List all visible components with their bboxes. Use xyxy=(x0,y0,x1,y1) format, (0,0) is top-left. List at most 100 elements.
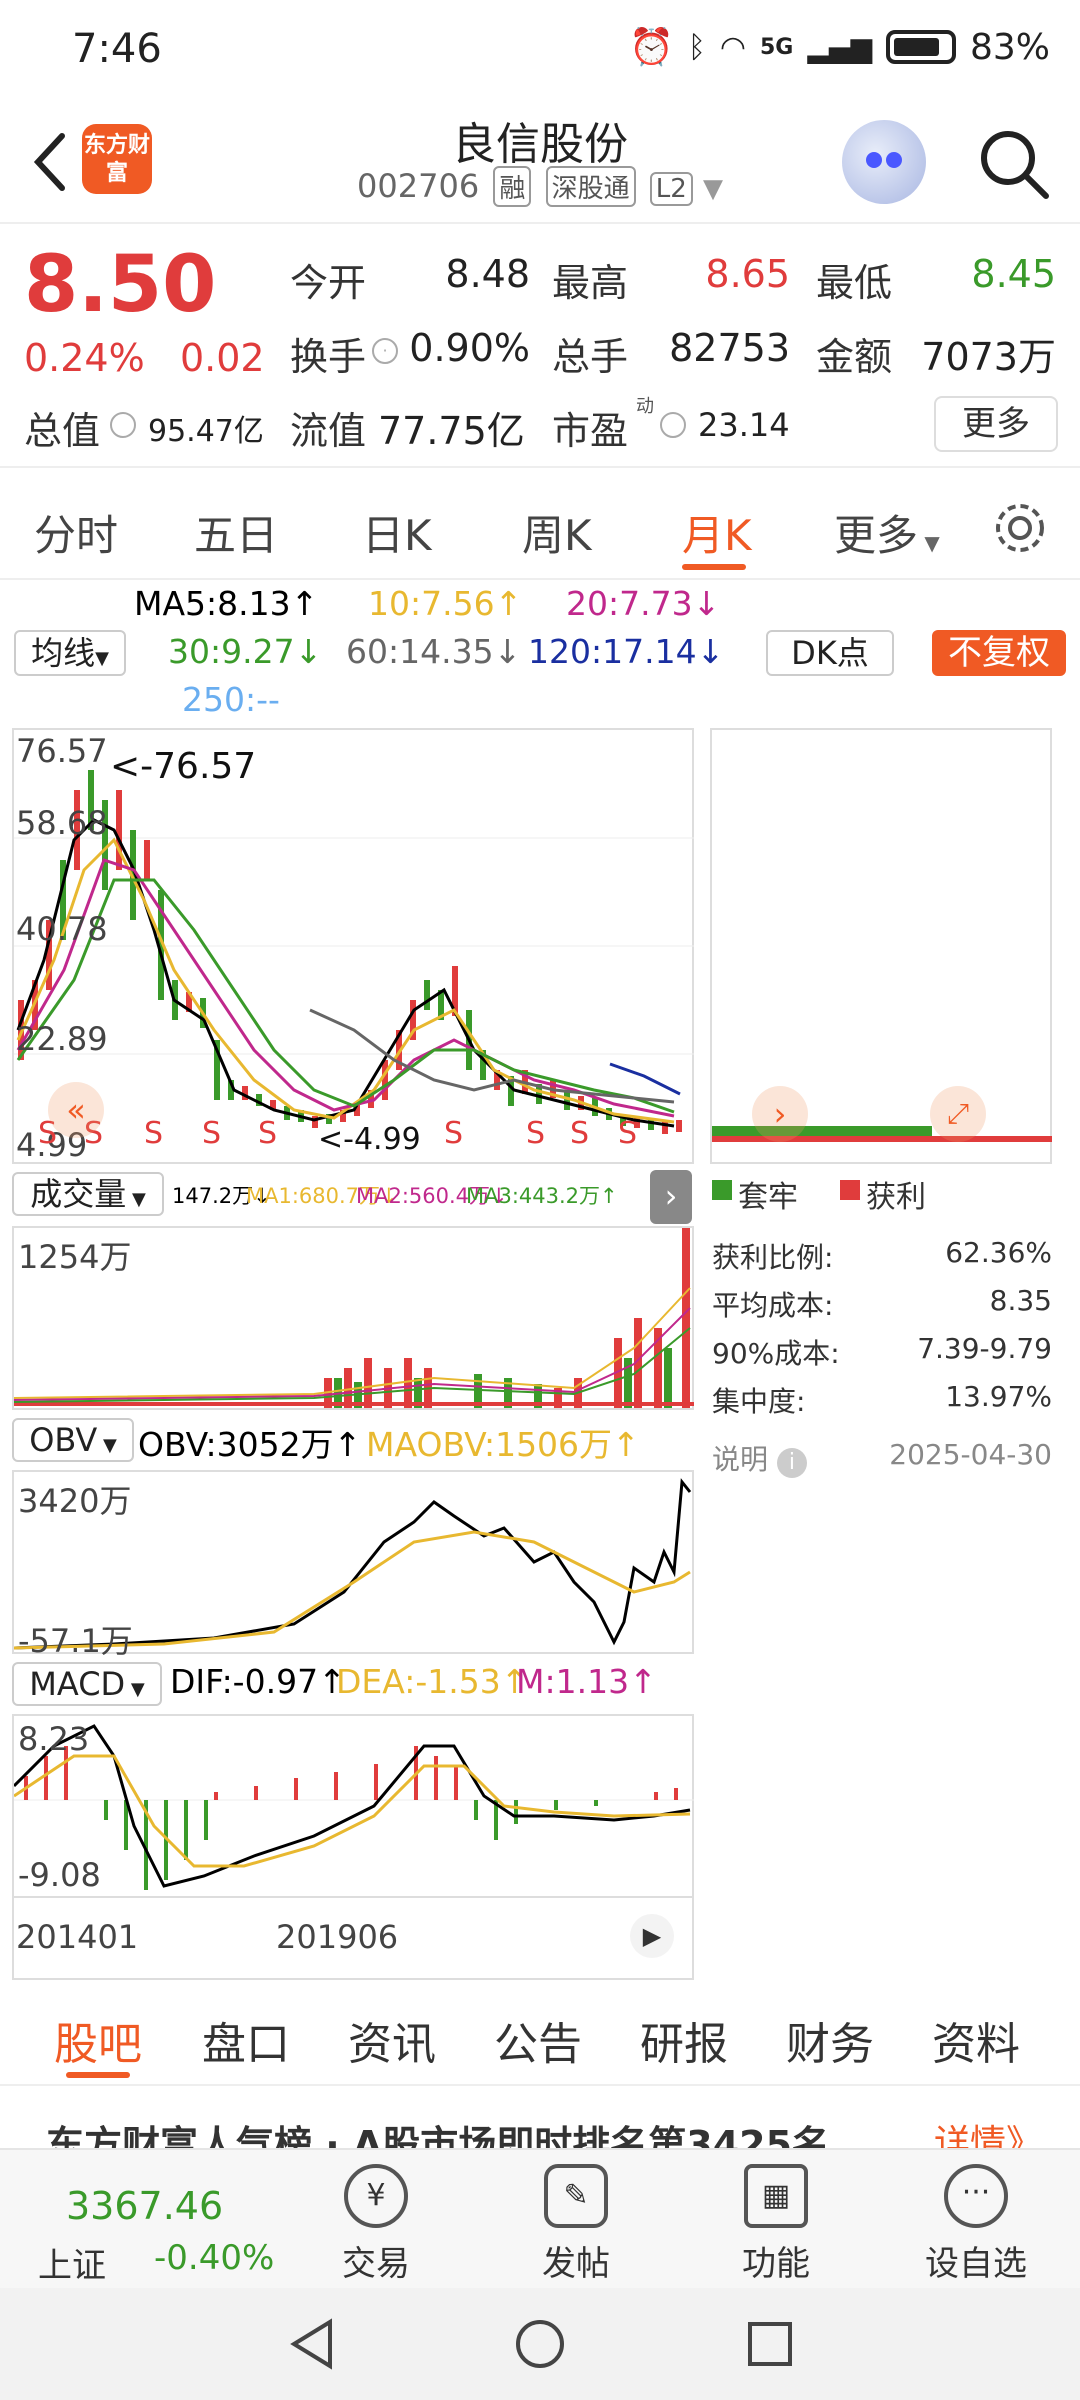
chevron-down-icon[interactable]: ▼ xyxy=(703,174,723,204)
chevron-right-icon[interactable]: › xyxy=(650,1170,692,1224)
macd-dif: DIF:-0.97↑ xyxy=(170,1662,346,1701)
ma-select-label: 均线 xyxy=(31,634,96,672)
ma120-line xyxy=(609,1062,681,1096)
gear-icon[interactable] xyxy=(990,498,1050,558)
status-time: 7:46 xyxy=(72,26,162,72)
chevron-down-icon: ▼ xyxy=(95,648,109,669)
function-button[interactable]: ▦ 功能 xyxy=(716,2164,836,2285)
tab-finance[interactable]: 财务 xyxy=(786,2008,874,2072)
nav-back-icon[interactable] xyxy=(284,2316,340,2372)
robot-eye xyxy=(866,152,882,168)
tab-research[interactable]: 研报 xyxy=(640,2008,728,2072)
kline-axis-40: 40.78 xyxy=(16,910,108,948)
index-value[interactable]: 3367.46 xyxy=(66,2184,223,2228)
tab-daily-k[interactable]: 日K xyxy=(362,502,432,563)
open-value: 8.48 xyxy=(445,252,530,296)
tab-orderbook[interactable]: 盘口 xyxy=(202,2008,290,2072)
add-watchlist-button[interactable]: ··· 设自选 xyxy=(916,2164,1036,2285)
index-name[interactable]: 上证 xyxy=(38,2238,106,2287)
low-price-marker: <-4.99 xyxy=(318,1122,421,1157)
macd-dea: DEA:-1.53↑ xyxy=(336,1662,529,1701)
turnover-value: 0.90% xyxy=(409,326,530,370)
ma-select[interactable]: 均线▼ xyxy=(14,630,126,676)
content-tabs: 股吧 盘口 资讯 公告 研报 财务 资料 xyxy=(0,1984,1080,2086)
cost90-value: 7.39-9.79 xyxy=(917,1332,1052,1365)
volume-chart[interactable]: 1254万 xyxy=(12,1226,694,1410)
chevron-right-icon[interactable]: › xyxy=(752,1086,808,1142)
wifi-icon: ◠ xyxy=(719,29,746,65)
legend-trapped: 套牢 xyxy=(738,1180,798,1215)
robot-assistant-icon[interactable] xyxy=(842,120,926,204)
tab-profile[interactable]: 资料 xyxy=(932,2008,1020,2072)
play-icon[interactable]: ▶ xyxy=(630,1914,674,1958)
nav-recents-icon[interactable] xyxy=(742,2316,798,2372)
low-value: 8.45 xyxy=(971,252,1056,296)
macd-axis-bottom: -9.08 xyxy=(18,1856,101,1894)
sell-marker: S xyxy=(144,1116,164,1151)
obv-chart[interactable]: 3420万 -57.1万 xyxy=(12,1470,694,1660)
info-icon[interactable] xyxy=(660,412,686,438)
pe-sup: 动 xyxy=(636,396,654,417)
chip-date: 2025-04-30 xyxy=(889,1438,1052,1471)
macd-chart[interactable]: 8.23 -9.08 xyxy=(12,1714,694,1898)
macd-indicator-select[interactable]: MACD ▼ xyxy=(12,1662,162,1706)
sell-marker: S xyxy=(444,1116,464,1151)
trade-button[interactable]: ¥ 交易 xyxy=(316,2164,436,2285)
obv-indicator-select[interactable]: OBV ▼ xyxy=(12,1418,134,1462)
info-icon: i xyxy=(776,1448,807,1478)
bluetooth-icon: ᛒ xyxy=(687,29,706,65)
battery-percent: 83% xyxy=(969,26,1050,68)
tab-intraday[interactable]: 分时 xyxy=(34,502,118,563)
ma5-value: MA5:8.13↑ xyxy=(134,584,319,623)
volume-indicator-select[interactable]: 成交量 ▼ xyxy=(12,1172,164,1216)
tag-connect: 深股通 xyxy=(545,166,636,207)
macd-bars-down xyxy=(104,1800,598,1890)
legend-swatch-profit xyxy=(840,1180,860,1200)
tab-more[interactable]: 更多 ▼ xyxy=(834,502,940,563)
nav-home-icon[interactable] xyxy=(512,2316,568,2372)
tab-announcements[interactable]: 公告 xyxy=(494,2008,582,2072)
info-icon[interactable]: · xyxy=(372,338,398,364)
high-label: 最高 xyxy=(552,261,629,305)
status-bar: 7:46 ⏰ ᛒ ◠ 5G ▂▄▆ 83% xyxy=(0,0,1080,100)
banner-text: 东方财富人气榜 · A股市场即时排名第3425名 xyxy=(46,2123,831,2148)
float-value: 77.75亿 xyxy=(378,409,525,453)
tab-weekly-k[interactable]: 周K xyxy=(522,502,592,563)
concentration-label: 集中度: xyxy=(712,1385,806,1418)
banner-link[interactable]: 详情》 xyxy=(934,2114,1042,2148)
trade-icon: ¥ xyxy=(344,2164,408,2228)
sell-marker: S xyxy=(258,1116,278,1151)
tab-forum[interactable]: 股吧 xyxy=(54,2008,142,2072)
popularity-banner[interactable]: 东方财富人气榜 · A股市场即时排名第3425名 详情》 xyxy=(0,2096,1080,2148)
index-change[interactable]: -0.40% xyxy=(154,2238,274,2278)
x-axis-label-mid: 201906 xyxy=(276,1918,399,1956)
kline-chart[interactable]: 76.57 58.68 40.78 22.89 4.99 <-76.57 <-4… xyxy=(12,728,694,1164)
signal-icon: ▂▄▆ xyxy=(807,30,872,64)
dk-point-button[interactable]: DK点 xyxy=(766,630,894,676)
volume-ma3: MA3:443.2万↑ xyxy=(466,1184,618,1208)
dif-line xyxy=(12,1724,691,1888)
kline-svg xyxy=(14,770,694,1134)
note-link[interactable]: 说明 i xyxy=(712,1438,807,1478)
change-percent: 0.24% xyxy=(24,336,145,380)
search-icon[interactable] xyxy=(974,124,1054,204)
volume-axis-top: 1254万 xyxy=(18,1238,132,1276)
info-icon[interactable] xyxy=(110,412,136,438)
chip-distribution-chart[interactable]: › ⤢ xyxy=(710,728,1052,1164)
expand-icon[interactable]: ⤢ xyxy=(930,1086,986,1142)
tab-news[interactable]: 资讯 xyxy=(348,2008,436,2072)
tab-monthly-k[interactable]: 月K xyxy=(682,502,752,563)
battery-icon xyxy=(885,30,956,64)
tab-five-day[interactable]: 五日 xyxy=(194,502,278,563)
current-price: 8.50 xyxy=(24,240,217,330)
kline-axis-76: 76.57 xyxy=(16,732,108,770)
adjust-mode-button[interactable]: 不复权 xyxy=(932,630,1066,676)
scroll-left-icon[interactable]: « xyxy=(48,1082,104,1138)
dea-line xyxy=(13,1754,691,1868)
float-label: 流值 xyxy=(290,409,367,453)
more-quote-button[interactable]: 更多 xyxy=(934,396,1058,452)
pe-value: 23.14 xyxy=(698,406,790,444)
post-button[interactable]: ✎ 发帖 xyxy=(516,2164,636,2285)
kline-axis-58: 58.68 xyxy=(16,804,108,842)
ma60-value: 60:14.35↓ xyxy=(346,632,522,671)
